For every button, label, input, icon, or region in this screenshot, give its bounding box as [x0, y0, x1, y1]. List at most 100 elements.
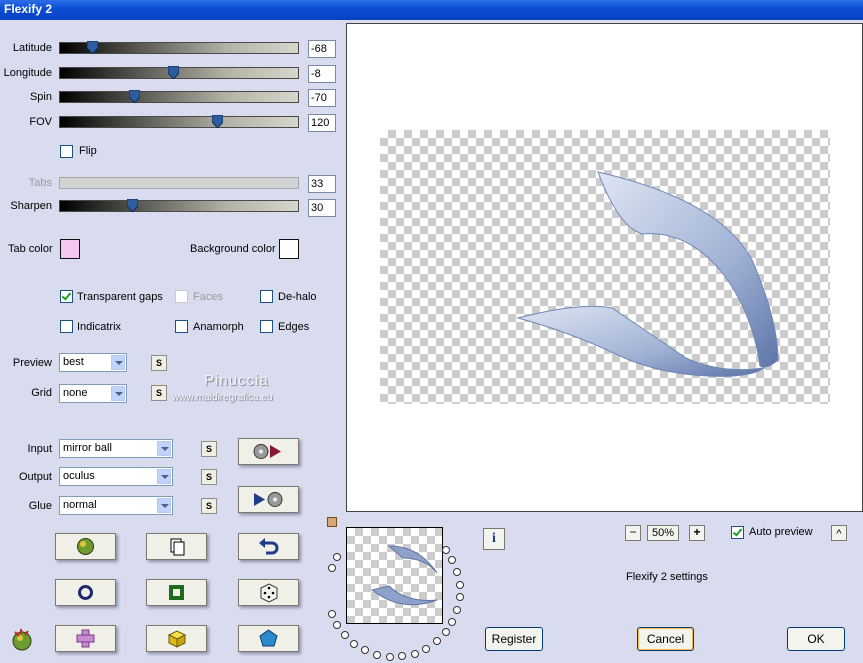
flip-checkbox[interactable]	[60, 145, 73, 158]
preview-panel[interactable]	[346, 23, 863, 512]
navigator-dial-dot[interactable]	[327, 564, 336, 573]
chevron-down-icon[interactable]	[157, 441, 171, 456]
edges-checkbox[interactable]	[260, 320, 273, 333]
tabs-value[interactable]: 33	[308, 175, 336, 193]
frame-button[interactable]	[146, 579, 207, 606]
spin-value[interactable]: -70	[308, 89, 336, 107]
chevron-down-icon[interactable]	[111, 386, 125, 401]
grid-select[interactable]: none	[59, 384, 127, 403]
anamorph-label: Anamorph	[193, 321, 244, 333]
fov-label: FOV	[29, 116, 52, 128]
cancel-button[interactable]: Cancel	[637, 627, 694, 651]
navigator-dial-dot[interactable]	[341, 631, 349, 640]
faces-checkbox[interactable]	[175, 290, 188, 303]
input-select[interactable]: mirror ball	[59, 439, 173, 458]
title-bar[interactable]: Flexify 2	[0, 0, 863, 20]
fov-slider-thumb[interactable]	[212, 115, 223, 128]
latitude-value[interactable]: -68	[308, 40, 336, 58]
navigator-dial-dot[interactable]	[422, 644, 431, 653]
navigator-dial-dot[interactable]	[448, 617, 457, 626]
chevron-down-icon[interactable]	[157, 498, 171, 513]
sharpen-slider[interactable]	[59, 199, 299, 212]
zoom-out-button[interactable]: −	[625, 525, 641, 541]
navigator-dial-dot[interactable]	[398, 652, 407, 661]
chevron-down-icon[interactable]	[111, 355, 125, 370]
navigator-dial-dot[interactable]	[455, 593, 464, 602]
output-label: Output	[18, 471, 52, 483]
navigator-dial-dot[interactable]	[441, 628, 450, 637]
longitude-slider[interactable]	[59, 66, 299, 79]
indicatrix-checkbox[interactable]	[60, 320, 73, 333]
preview-quality-s-button[interactable]: S	[151, 355, 167, 371]
register-button[interactable]: Register	[485, 627, 543, 651]
navigator-dial-dot[interactable]	[350, 639, 359, 648]
navigator-dial-dot[interactable]	[333, 621, 342, 630]
navigator-dial-dot[interactable]	[441, 545, 450, 554]
randomize-button[interactable]	[55, 533, 116, 560]
chevron-down-icon[interactable]	[157, 469, 171, 484]
preview-image	[516, 171, 779, 377]
longitude-value[interactable]: -8	[308, 65, 336, 83]
navigator-dial-dot[interactable]	[385, 652, 394, 661]
tabs-label: Tabs	[28, 177, 52, 189]
pentagon-icon	[259, 629, 278, 647]
transparent-gaps-label: Transparent gaps	[77, 291, 163, 303]
spin-slider-thumb[interactable]	[129, 90, 140, 103]
input-s-button[interactable]: S	[201, 441, 217, 457]
latitude-label: Latitude	[12, 42, 52, 54]
navigator-dial-dot[interactable]	[361, 646, 370, 655]
watermark-site: www.maidiregrafica.eu	[172, 392, 273, 403]
zoom-in-button[interactable]: +	[689, 525, 705, 541]
navigator-dial-dot[interactable]	[453, 605, 462, 614]
spin-slider[interactable]	[59, 90, 299, 103]
grid-label: Grid	[31, 387, 52, 399]
navigator-shape-thumbnail	[370, 545, 438, 606]
latitude-slider-thumb[interactable]	[87, 41, 98, 54]
pentagon-button[interactable]	[238, 625, 299, 652]
save-output-button[interactable]	[238, 486, 299, 513]
navigator-dial-dot[interactable]	[327, 609, 336, 618]
load-input-button[interactable]	[238, 438, 299, 465]
fov-value[interactable]: 120	[308, 114, 336, 132]
preview-canvas[interactable]	[380, 130, 830, 404]
glue-select[interactable]: normal	[59, 496, 173, 515]
longitude-slider-thumb[interactable]	[168, 66, 179, 79]
preview-quality-label: Preview	[12, 357, 52, 369]
latitude-slider[interactable]	[59, 41, 299, 54]
tab-color-swatch[interactable]	[60, 239, 80, 259]
ring-button[interactable]	[55, 579, 116, 606]
background-color-swatch[interactable]	[279, 239, 299, 259]
navigator-dial-dot[interactable]	[432, 637, 441, 646]
de-halo-checkbox[interactable]	[260, 290, 273, 303]
undo-button[interactable]	[238, 533, 299, 560]
navigator-dial-dot[interactable]	[410, 649, 419, 658]
sharpen-value[interactable]: 30	[308, 199, 336, 217]
fov-slider[interactable]	[59, 115, 299, 128]
faces-label: Faces	[193, 291, 223, 303]
sharpen-slider-thumb[interactable]	[127, 199, 138, 212]
collapse-button[interactable]: ^	[831, 525, 847, 541]
preview-quality-select[interactable]: best	[59, 353, 127, 372]
random-dice-button[interactable]	[238, 579, 299, 606]
navigator-dial-dot[interactable]	[373, 650, 382, 659]
tabs-slider	[59, 177, 299, 189]
transparent-gaps-checkbox[interactable]	[60, 290, 73, 303]
anamorph-checkbox[interactable]	[175, 320, 188, 333]
navigator-dial-dot[interactable]	[455, 580, 464, 589]
info-button[interactable]: i	[483, 528, 505, 550]
window-title: Flexify 2	[4, 2, 53, 16]
cube-button[interactable]	[146, 625, 207, 652]
plus-button[interactable]	[55, 625, 116, 652]
navigator-dial-dot[interactable]	[448, 556, 457, 565]
navigator-thumbnail[interactable]	[346, 527, 443, 624]
glue-s-button[interactable]: S	[201, 498, 217, 514]
auto-preview-checkbox[interactable]	[731, 526, 744, 539]
navigator-dial-dot[interactable]	[453, 568, 462, 577]
output-select[interactable]: oculus	[59, 467, 173, 486]
navigator-handle[interactable]	[327, 517, 337, 527]
navigator-dial-dot[interactable]	[333, 552, 342, 561]
grid-s-button[interactable]: S	[151, 385, 167, 401]
ok-button[interactable]: OK	[787, 627, 845, 651]
copy-button[interactable]	[146, 533, 207, 560]
output-s-button[interactable]: S	[201, 469, 217, 485]
